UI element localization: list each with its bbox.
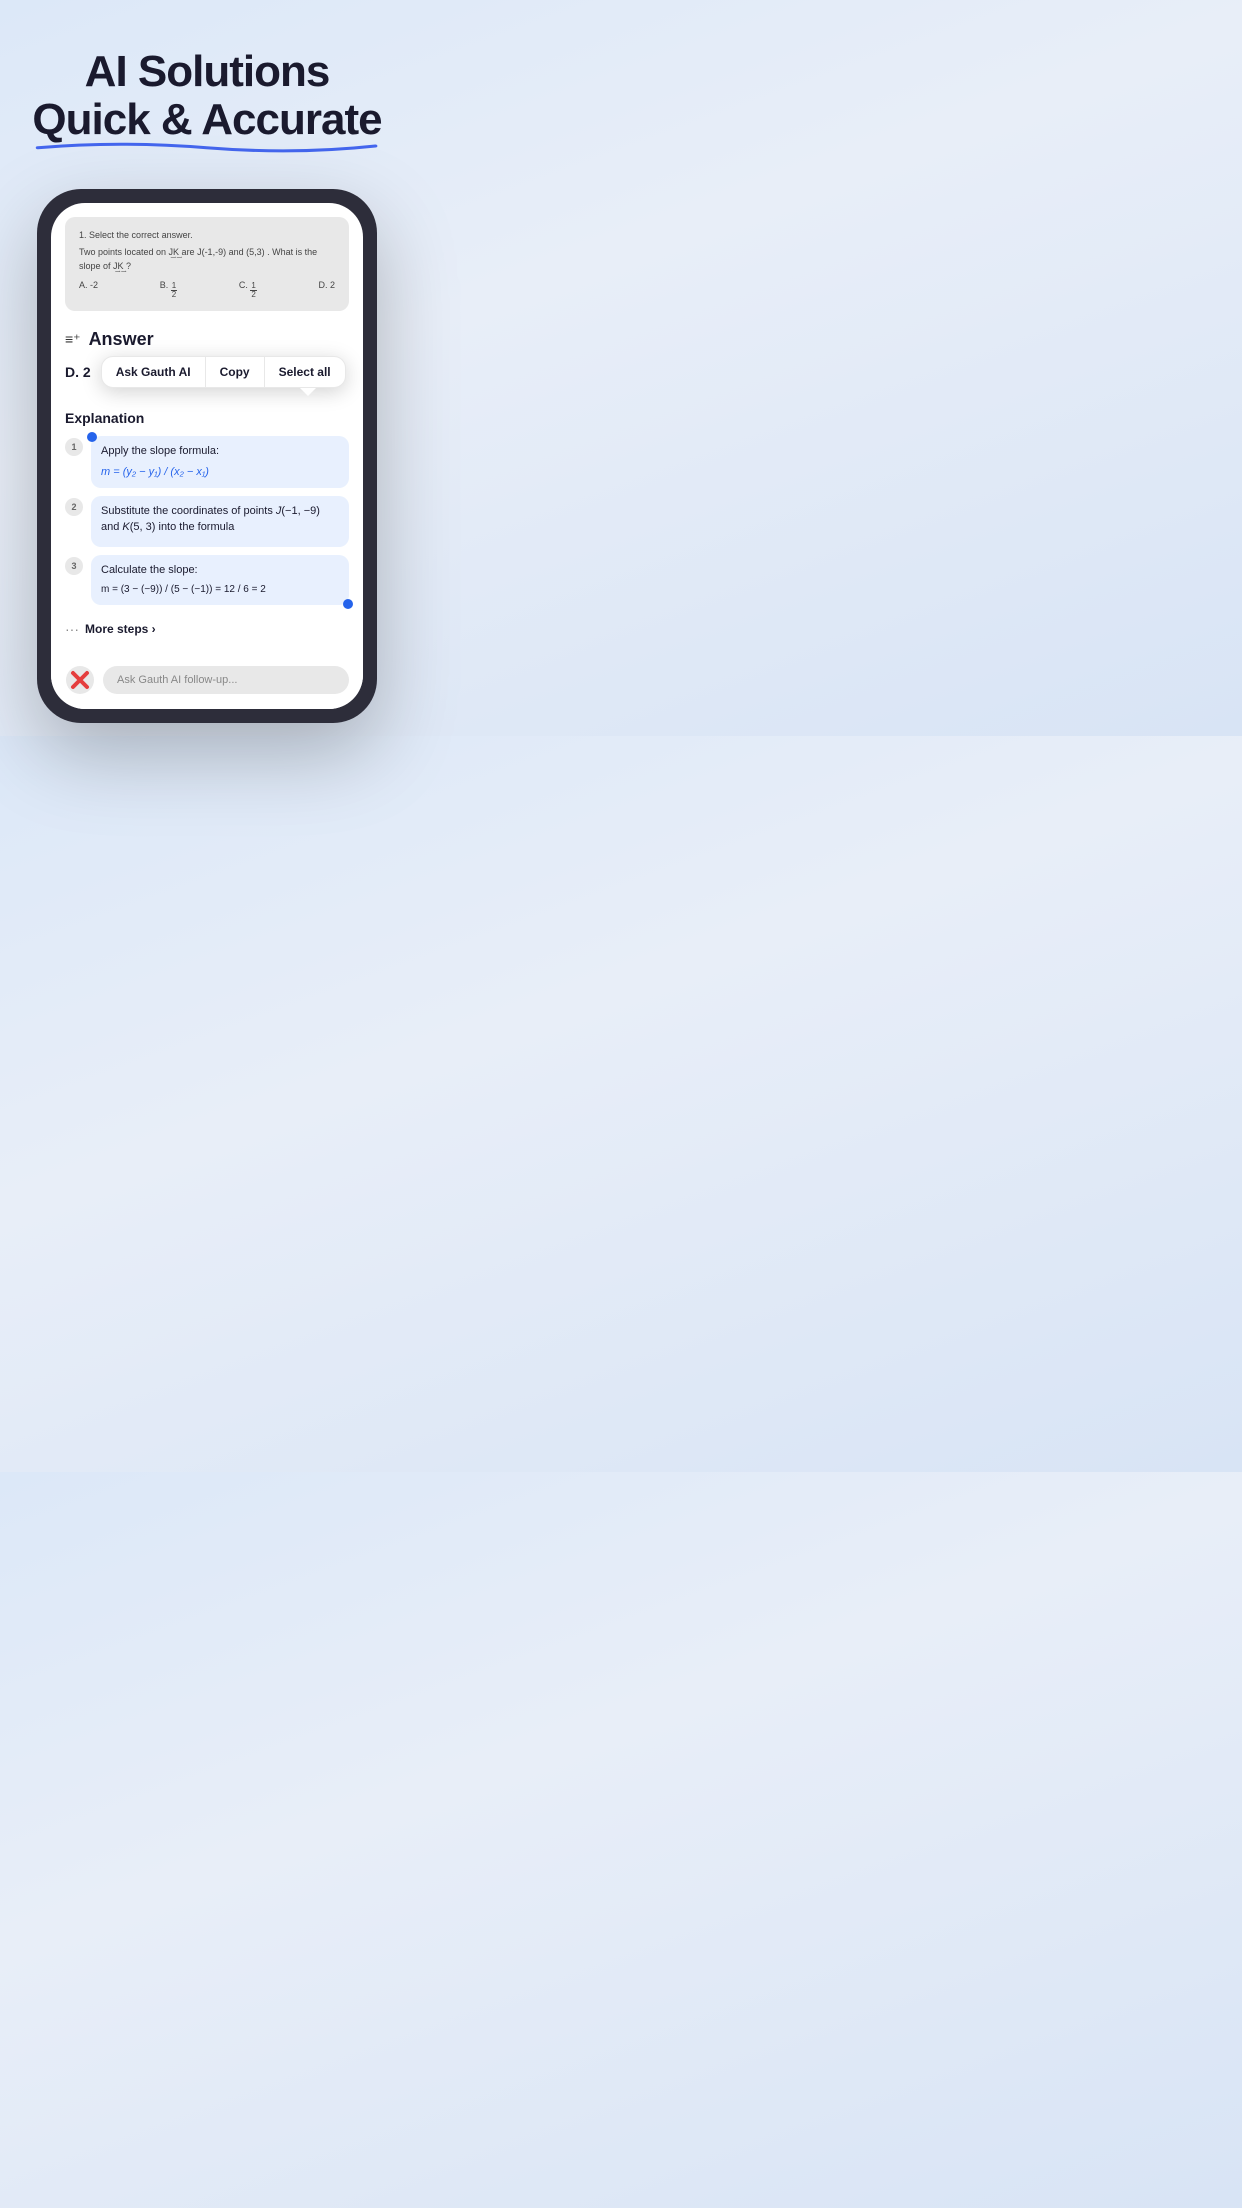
question-card: 1. Select the correct answer. Two points… [65, 217, 349, 312]
hero-title: AI Solutions Quick & Accurate [24, 48, 390, 145]
step-2-content: Substitute the coordinates of points J(−… [91, 496, 349, 547]
answer-header: ≡⁺ Answer [65, 329, 349, 350]
step-1: 1 Apply the slope formula: m = (y₂ − y₁)… [65, 436, 349, 488]
step-1-formula: m = (y₂ − y₁) / (x₂ − x₁) [101, 464, 339, 481]
answer-section: ≡⁺ Answer D. 2 Ask Gauth AI Copy Select … [51, 319, 363, 404]
explanation-title: Explanation [65, 410, 349, 426]
hero-line2: Quick & Accurate [32, 96, 381, 144]
step-2: 2 Substitute the coordinates of points J… [65, 496, 349, 547]
question-options: A. -2 B. 12 C. 12 D. 2 [79, 279, 335, 299]
more-steps-icon: ··· [65, 621, 79, 637]
answer-label: Answer [89, 329, 154, 350]
more-steps[interactable]: ··· More steps › [65, 613, 349, 645]
option-b: B. 12 [160, 279, 177, 299]
phone-mockup: 1. Select the correct answer. Two points… [37, 189, 377, 724]
question-number: 1. Select the correct answer. [79, 229, 335, 243]
step-3-number: 3 [65, 557, 83, 575]
phone-screen: 1. Select the correct answer. Two points… [51, 203, 363, 710]
step-2-number: 2 [65, 498, 83, 516]
phone-wrapper: 1. Select the correct answer. Two points… [0, 169, 414, 724]
answer-row: D. 2 Ask Gauth AI Copy Select all [65, 356, 349, 388]
more-steps-text: More steps › [85, 622, 156, 636]
question-text: Two points located on J͢K͢ are J(-1,-9) … [79, 246, 335, 273]
context-menu: Ask Gauth AI Copy Select all [101, 356, 346, 388]
step-2-text: Substitute the coordinates of points J(−… [101, 504, 339, 535]
step-1-text: Apply the slope formula: [101, 444, 339, 459]
hero-line1: AI Solutions [85, 47, 330, 96]
follow-up-input[interactable]: Ask Gauth AI follow-up... [103, 666, 349, 694]
context-menu-wrapper: Ask Gauth AI Copy Select all [101, 356, 346, 388]
step-3-formula: m = (3 − (−9)) / (5 − (−1)) = 12 / 6 = 2 [101, 582, 339, 597]
ask-gauth-button[interactable]: Ask Gauth AI [102, 357, 206, 387]
step-1-content: Apply the slope formula: m = (y₂ − y₁) /… [91, 436, 349, 488]
hero-section: AI Solutions Quick & Accurate [0, 0, 414, 169]
answer-icon: ≡⁺ [65, 331, 81, 348]
step-1-number: 1 [65, 438, 83, 456]
gauth-logo [65, 665, 95, 695]
answer-value: D. 2 [65, 364, 91, 380]
step-1-dot [87, 432, 97, 442]
option-a: A. -2 [79, 279, 98, 299]
bottom-bar: Ask Gauth AI follow-up... [51, 655, 363, 709]
step-3-content: Calculate the slope: m = (3 − (−9)) / (5… [91, 555, 349, 605]
option-c: C. 12 [239, 279, 257, 299]
step-3-dot-end [343, 599, 353, 609]
option-d: D. 2 [318, 279, 335, 299]
select-all-button[interactable]: Select all [265, 357, 345, 387]
explanation-section: Explanation 1 Apply the slope formula: m… [51, 404, 363, 655]
copy-button[interactable]: Copy [206, 357, 265, 387]
step-3: 3 Calculate the slope: m = (3 − (−9)) / … [65, 555, 349, 605]
step-3-text: Calculate the slope: [101, 563, 339, 578]
